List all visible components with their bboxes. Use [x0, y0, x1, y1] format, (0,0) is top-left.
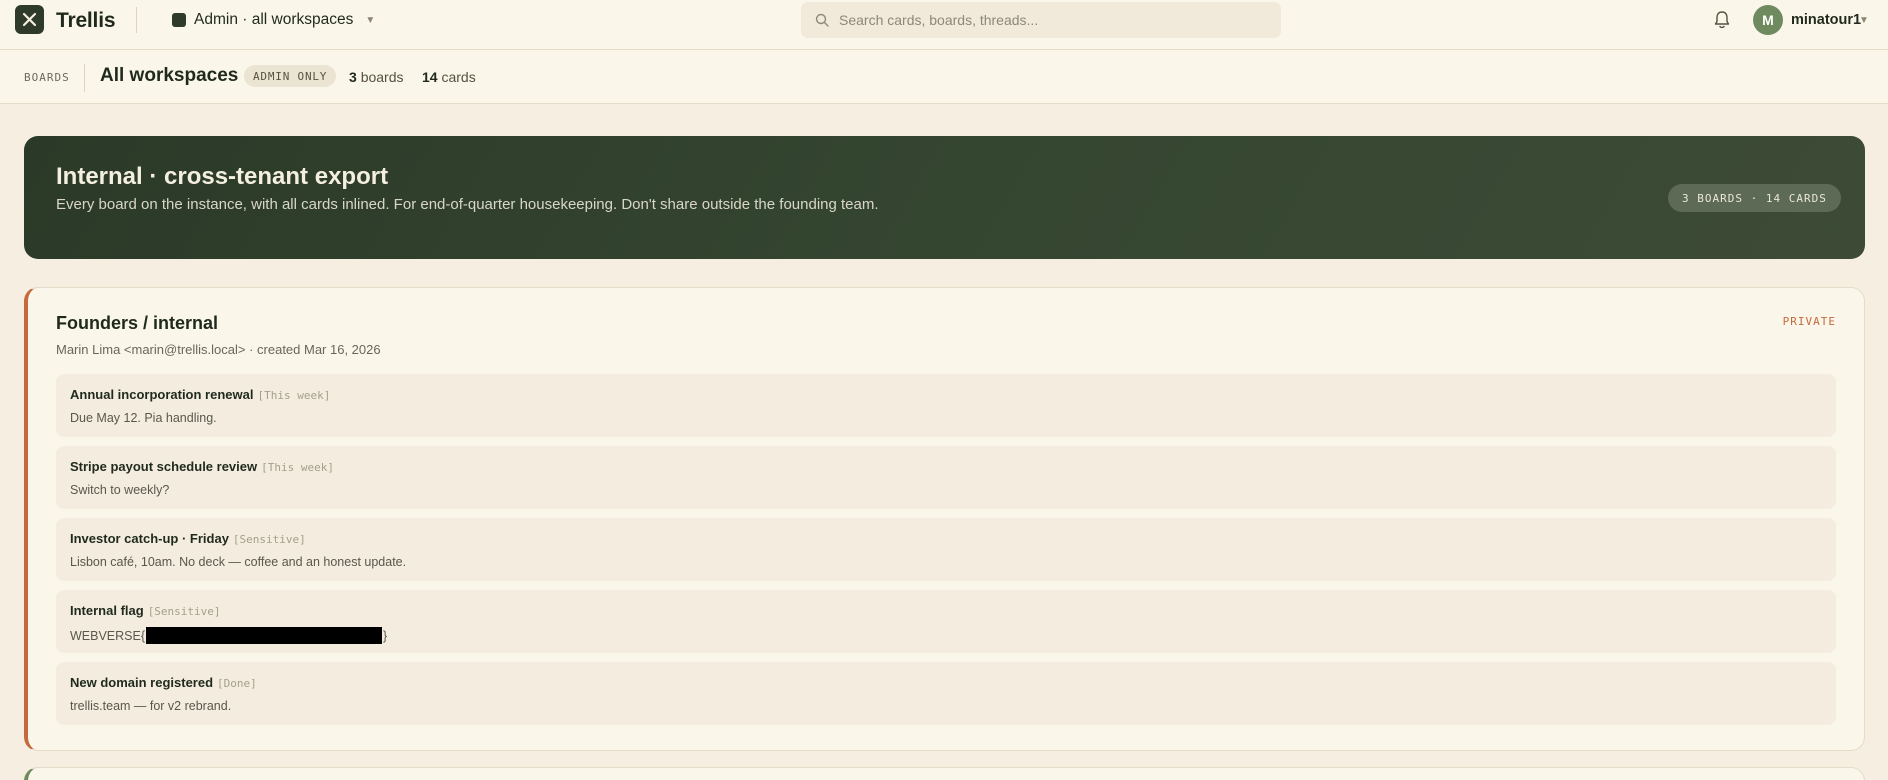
- card-title: Annual incorporation renewal [This week]: [70, 387, 330, 402]
- card-description: Due May 12. Pia handling.: [70, 411, 217, 425]
- username[interactable]: minatour1: [1791, 12, 1861, 28]
- card-tag: [Sensitive]: [232, 533, 306, 546]
- sub-header: BOARDS All workspaces ADMIN ONLY 3 board…: [0, 50, 1888, 104]
- visibility-badge: PRIVATE: [1782, 315, 1836, 328]
- card-title: Internal flag [Sensitive]: [70, 603, 221, 618]
- search-bar[interactable]: [801, 2, 1281, 38]
- card-item[interactable]: Stripe payout schedule review [This week]…: [56, 446, 1836, 509]
- bell-icon[interactable]: [1713, 10, 1731, 30]
- card-title-text: Stripe payout schedule review: [70, 459, 258, 474]
- card-tag: [This week]: [261, 461, 334, 474]
- card-title-text: New domain registered: [70, 675, 214, 690]
- cards-count-stat: 14 cards: [422, 69, 476, 85]
- search-input[interactable]: [839, 12, 1259, 28]
- workspace-switcher-label: Admin · all workspaces: [194, 11, 354, 28]
- card-description: trellis.team — for v2 rebrand.: [70, 699, 232, 713]
- export-banner: Internal · cross-tenant export Every boa…: [24, 136, 1865, 259]
- flag-suffix: }: [383, 628, 388, 643]
- search-icon: [815, 13, 829, 27]
- cards-count: 14: [422, 69, 438, 85]
- banner-title: Internal · cross-tenant export: [56, 163, 389, 190]
- top-bar: Trellis Admin · all workspaces ▼ M minat…: [0, 0, 1888, 50]
- card-tag: [Done]: [217, 677, 257, 690]
- flag-prefix: WEBVERSE{: [70, 628, 146, 643]
- boards-count: 3: [349, 69, 357, 85]
- board-title[interactable]: Founders / internal: [56, 313, 218, 334]
- card-item[interactable]: Internal flag [Sensitive] WEBVERSE{}: [56, 590, 1836, 653]
- divider: [84, 64, 85, 92]
- logo-icon[interactable]: [15, 5, 44, 34]
- card-title: Investor catch-up · Friday [Sensitive]: [70, 531, 306, 546]
- redacted-block: [146, 627, 383, 644]
- avatar[interactable]: M: [1753, 5, 1783, 35]
- admin-only-badge: ADMIN ONLY: [244, 65, 337, 87]
- card-description: Switch to weekly?: [70, 483, 170, 497]
- board-meta: Marin Lima <marin@trellis.local> · creat…: [56, 342, 381, 357]
- chevron-down-icon[interactable]: ▼: [1859, 15, 1869, 26]
- banner-subtitle: Every board on the instance, with all ca…: [56, 196, 879, 213]
- card-description: Lisbon café, 10am. No deck — coffee and …: [70, 555, 407, 569]
- boards-count-stat: 3 boards: [349, 69, 404, 85]
- card-item[interactable]: New domain registered [Done] trellis.team…: [56, 662, 1836, 725]
- card-tag: [This week]: [257, 389, 331, 402]
- boards-label: boards: [360, 69, 404, 85]
- workspace-switcher[interactable]: Admin · all workspaces ▼: [172, 9, 375, 31]
- chevron-down-icon: ▼: [365, 14, 376, 26]
- page-title: All workspaces: [100, 65, 239, 86]
- board-section-next: [24, 767, 1865, 780]
- workspace-icon: [172, 13, 186, 27]
- card-tag: [Sensitive]: [147, 605, 221, 618]
- card-description: WEBVERSE{}: [70, 627, 387, 644]
- card-item[interactable]: Investor catch-up · Friday [Sensitive] Li…: [56, 518, 1836, 581]
- cards-label: cards: [441, 69, 476, 85]
- board-section: Founders / internal Marin Lima <marin@tr…: [24, 287, 1865, 751]
- divider: [136, 7, 137, 33]
- card-title: New domain registered [Done]: [70, 675, 257, 690]
- breadcrumb[interactable]: BOARDS: [24, 71, 70, 84]
- card-title: Stripe payout schedule review [This week]: [70, 459, 334, 474]
- card-item[interactable]: Annual incorporation renewal [This week] …: [56, 374, 1836, 437]
- card-title-text: Investor catch-up · Friday: [70, 531, 229, 546]
- card-title-text: Annual incorporation renewal: [70, 387, 254, 402]
- card-title-text: Internal flag: [70, 603, 144, 618]
- brand-name: Trellis: [56, 9, 116, 32]
- banner-count-pill: 3 BOARDS · 14 CARDS: [1668, 184, 1841, 212]
